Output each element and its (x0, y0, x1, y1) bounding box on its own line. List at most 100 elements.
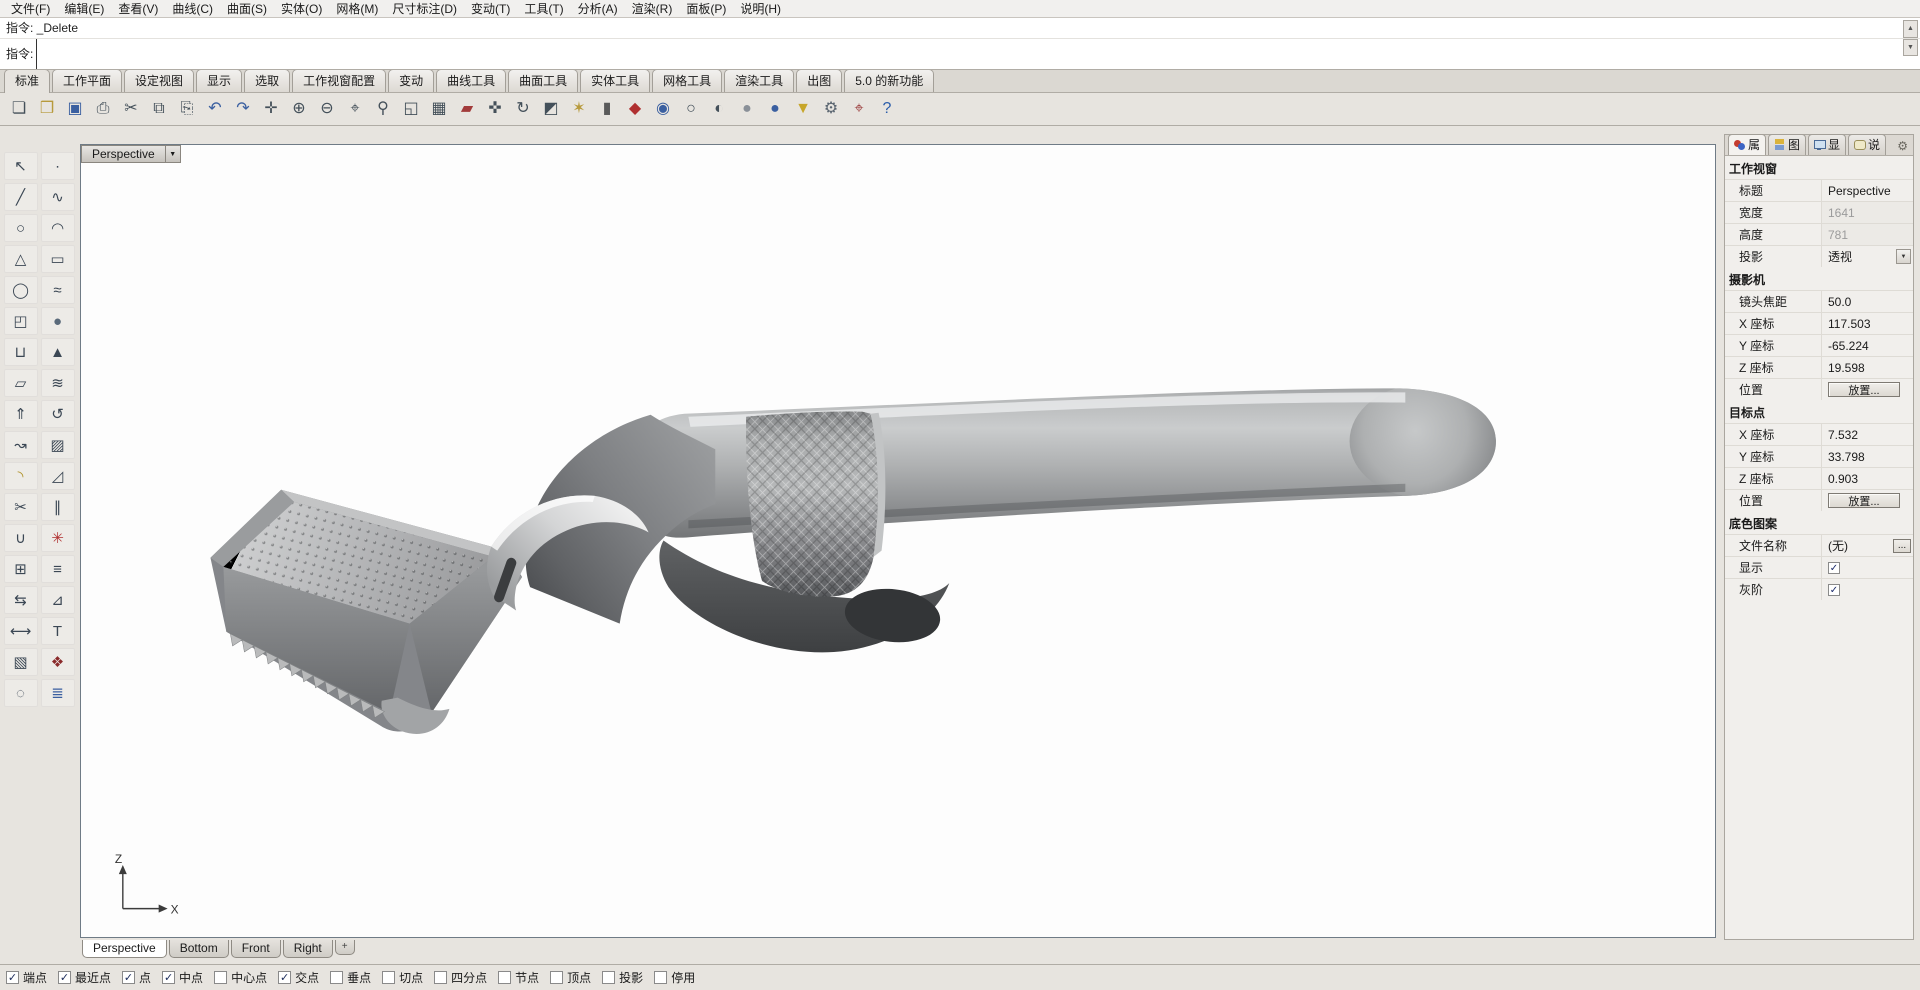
mirror-icon[interactable]: ⇆ (3, 586, 38, 614)
tab-surface-tools[interactable]: 曲面工具 (508, 69, 579, 92)
wallpaper-gray-checkbox[interactable] (1828, 583, 1840, 596)
paste-icon[interactable]: ⎘ (174, 96, 200, 122)
zoom-window-icon[interactable]: ⌖ (342, 96, 368, 122)
tab-set-view[interactable]: 设定视图 (124, 69, 195, 92)
menu-solid[interactable]: 实体(O) (274, 0, 329, 18)
menu-render[interactable]: 渲染(R) (625, 0, 680, 18)
revolve-icon[interactable]: ↺ (40, 400, 75, 428)
osnap-mid[interactable]: 中点 (162, 969, 203, 986)
render-icon[interactable]: ◆ (622, 96, 648, 122)
zoom-out-icon[interactable]: ⊖ (314, 96, 340, 122)
target-place-button[interactable]: 放置... (1828, 493, 1900, 508)
zoom-dynamic-icon[interactable]: ⚲ (370, 96, 396, 122)
box-icon[interactable]: ◰ (3, 307, 38, 335)
tab-solid-tools[interactable]: 实体工具 (580, 69, 651, 92)
menu-transform[interactable]: 变动(T) (464, 0, 517, 18)
vtab-perspective[interactable]: Perspective (82, 940, 167, 958)
target-x-value[interactable]: 7.532 (1821, 424, 1913, 445)
vtab-front[interactable]: Front (230, 940, 281, 958)
grid-snap-icon[interactable]: ▦ (426, 96, 452, 122)
help-icon[interactable]: ? (874, 96, 900, 122)
lamp-icon[interactable]: ✶ (566, 96, 592, 122)
osnap-near[interactable]: 最近点 (58, 969, 111, 986)
redo-icon[interactable]: ↷ (230, 96, 256, 122)
tab-select[interactable]: 选取 (244, 69, 291, 92)
tab-display[interactable]: 显示 (196, 69, 243, 92)
hatch-icon[interactable]: ▧ (3, 648, 38, 676)
tab-standard[interactable]: 标准 (4, 69, 51, 93)
filter-icon[interactable]: ▼ (790, 96, 816, 122)
tab-transform[interactable]: 变动 (388, 69, 435, 92)
new-document-icon[interactable]: ❏ (6, 96, 32, 122)
wallpaper-browse-button[interactable]: ... (1893, 538, 1911, 553)
viewport-menu-arrow-icon[interactable]: ▼ (165, 145, 181, 163)
pan-icon[interactable]: ✜ (482, 96, 508, 122)
menu-edit[interactable]: 编辑(E) (57, 0, 111, 18)
rendered-mode-icon[interactable]: ● (762, 96, 788, 122)
osnap-end[interactable]: 端点 (6, 969, 47, 986)
cylinder-icon[interactable]: ⊔ (3, 338, 38, 366)
curve-icon[interactable]: ∿ (40, 183, 75, 211)
command-input[interactable] (36, 39, 537, 69)
explode-icon[interactable]: ✳ (40, 524, 75, 552)
text-tool-icon[interactable]: T (40, 617, 75, 645)
lock-icon[interactable]: ▮ (594, 96, 620, 122)
camera-y-value[interactable]: -65.224 (1821, 335, 1913, 356)
osnap-intersection[interactable]: 交点 (278, 969, 319, 986)
shade-icon[interactable]: ◩ (538, 96, 564, 122)
osnap-perpendicular[interactable]: 垂点 (330, 969, 371, 986)
menu-mesh[interactable]: 网格(M) (329, 0, 385, 18)
render-preview-icon[interactable]: ◉ (650, 96, 676, 122)
scroll-up-button[interactable]: ▲ (1903, 20, 1918, 38)
save-icon[interactable]: ▣ (62, 96, 88, 122)
panel-tab-layers[interactable]: 图 (1768, 134, 1807, 155)
circle-icon[interactable]: ○ (3, 214, 38, 242)
camera-place-button[interactable]: 放置... (1828, 382, 1900, 397)
vtab-new-viewport[interactable]: + (334, 940, 355, 955)
chamfer-icon[interactable]: ◿ (40, 462, 75, 490)
vtab-right[interactable]: Right (282, 940, 333, 958)
scroll-down-button[interactable]: ▼ (1903, 38, 1918, 56)
options-gear-icon[interactable]: ⚙ (818, 96, 844, 122)
zoom-extents-icon[interactable]: ◱ (398, 96, 424, 122)
polyline-icon[interactable]: ╱ (3, 183, 38, 211)
menu-dimension[interactable]: 尺寸标注(D) (385, 0, 464, 18)
command-history-line[interactable]: 指令: _Delete (0, 18, 1920, 39)
menu-tools[interactable]: 工具(T) (517, 0, 570, 18)
cone-icon[interactable]: ▲ (40, 338, 75, 366)
move-icon[interactable]: ✛ (258, 96, 284, 122)
ellipse-icon[interactable]: ◯ (3, 276, 38, 304)
point-icon[interactable]: ∙ (40, 152, 75, 180)
osnap-vertex[interactable]: 顶点 (550, 969, 591, 986)
cplane-axis-icon[interactable]: ⌖ (846, 96, 872, 122)
rotate-view-icon[interactable]: ↻ (510, 96, 536, 122)
block-icon[interactable]: ❖ (40, 648, 75, 676)
arc-icon[interactable]: ◠ (40, 214, 75, 242)
trim-icon[interactable]: ✂ (3, 493, 38, 521)
menu-view[interactable]: 查看(V) (111, 0, 165, 18)
sweep-icon[interactable]: ↝ (3, 431, 38, 459)
cut-icon[interactable]: ✂ (118, 96, 144, 122)
osnap-center[interactable]: 中心点 (214, 969, 267, 986)
tab-render-tools[interactable]: 渲染工具 (724, 69, 795, 92)
tab-drafting[interactable]: 出图 (796, 69, 843, 92)
panel-tab-display[interactable]: 显 (1808, 134, 1847, 155)
osnap-point[interactable]: 点 (122, 969, 151, 986)
wireframe-mode-icon[interactable]: ○ (678, 96, 704, 122)
plane-icon[interactable]: ▱ (3, 369, 38, 397)
menu-analyze[interactable]: 分析(A) (571, 0, 625, 18)
osnap-knot[interactable]: 节点 (498, 969, 539, 986)
ghosted-mode-icon[interactable]: ● (734, 96, 760, 122)
offset-icon[interactable]: ≡ (40, 555, 75, 583)
tab-cplane[interactable]: 工作平面 (52, 69, 123, 92)
scale-icon[interactable]: ⊿ (40, 586, 75, 614)
camera-z-value[interactable]: 19.598 (1821, 357, 1913, 378)
camera-lens-value[interactable]: 50.0 (1821, 291, 1913, 312)
fillet-icon[interactable]: ◝ (3, 462, 38, 490)
dimension-icon[interactable]: ⟷ (3, 617, 38, 645)
rectangle-icon[interactable]: ▭ (40, 245, 75, 273)
select-arrow-icon[interactable]: ↖ (3, 152, 38, 180)
join-icon[interactable]: ∪ (3, 524, 38, 552)
eraser-icon[interactable]: ▰ (454, 96, 480, 122)
panel-tab-help[interactable]: 说 (1848, 134, 1887, 155)
